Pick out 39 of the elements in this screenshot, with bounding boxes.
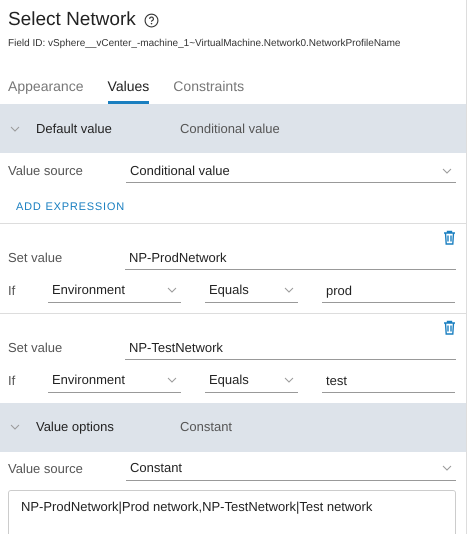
trash-icon: [443, 320, 456, 334]
section-header[interactable]: Value options Constant: [0, 402, 466, 452]
field-id-text: Field ID: vSphere__vCenter_-machine_1~VirtualMachine.Network0.NetworkProfileName: [8, 37, 402, 51]
section-title: Default value: [36, 120, 113, 138]
chevron-icon: [167, 377, 177, 383]
add-expression-link[interactable]: ADD EXPRESSION: [16, 201, 126, 213]
chevron-icon: [442, 465, 452, 471]
field-label: Value source: [8, 460, 84, 478]
field-label: If: [8, 372, 16, 390]
chevron-icon: [167, 287, 177, 293]
value-source-dropdown[interactable]: Constant: [126, 456, 456, 480]
chevron-icon: [284, 377, 294, 383]
help-icon: [144, 12, 159, 28]
chevron-icon: [10, 126, 20, 132]
section-value: Conditional value: [180, 120, 280, 138]
field-label: Set value: [8, 338, 64, 357]
field-label: If: [8, 282, 16, 300]
operator-dropdown[interactable]: Equals: [205, 278, 298, 302]
set-value-field[interactable]: NP-ProdNetwork: [125, 246, 456, 270]
field-label: Set value: [8, 248, 64, 267]
condition-field-dropdown[interactable]: Environment: [48, 278, 181, 302]
operator-dropdown[interactable]: Equals: [205, 368, 298, 392]
condition-field-dropdown[interactable]: Environment: [48, 368, 181, 392]
value-source-dropdown[interactable]: Conditional value: [126, 159, 456, 183]
chevron-icon: [284, 287, 294, 293]
section-title: Value options: [36, 418, 115, 436]
field-label: Value source: [8, 162, 84, 180]
chevron-icon: [10, 424, 20, 430]
section-header[interactable]: Default value Conditional value: [0, 104, 466, 153]
set-value-field[interactable]: NP-TestNetwork: [125, 336, 456, 360]
operand-field[interactable]: test: [322, 368, 455, 392]
chevron-icon: [442, 168, 452, 174]
tab[interactable]: Constraints: [173, 77, 244, 104]
dialog-title: Select Network: [8, 8, 136, 32]
section-value: Constant: [180, 418, 232, 436]
operand-field[interactable]: prod: [322, 278, 455, 302]
tab[interactable]: Appearance: [8, 77, 84, 104]
options-text-area[interactable]: NP-ProdNetwork|Prod network,NP-TestNetwork|Test network: [8, 490, 456, 534]
trash-icon: [443, 230, 456, 244]
